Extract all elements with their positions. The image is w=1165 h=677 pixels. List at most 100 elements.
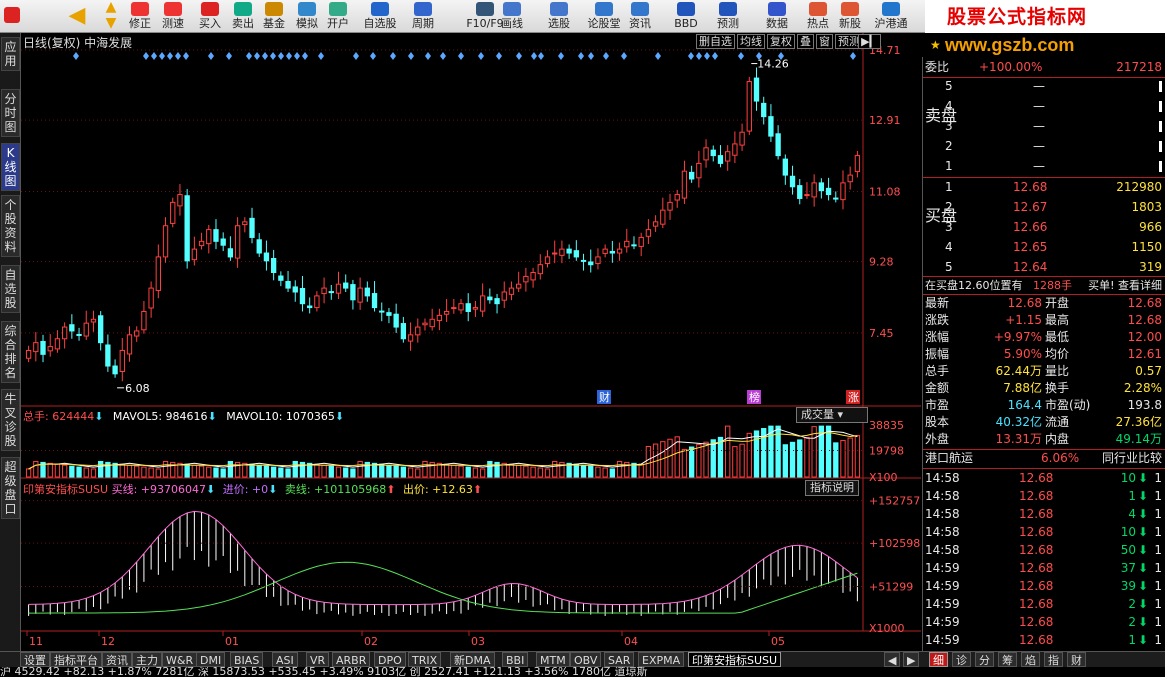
tick-row: 14:59 12.68 37 ⬇ 1 (923, 560, 1165, 577)
indicator-tab-1[interactable]: 指标平台 (50, 652, 102, 667)
toolbar-button-11[interactable]: 选股 (543, 0, 575, 33)
event-diamond-icon (496, 52, 502, 60)
kline-chart-area[interactable]: 14.71 12.91 11.08 9.28 7.45 14.26 6.08 财榜涨 38835… (21, 33, 921, 651)
chart-control-2[interactable]: 复权 (767, 34, 795, 49)
right-tab-5[interactable]: 指 (1044, 652, 1063, 667)
indicator-tab-7[interactable]: ASI (272, 652, 298, 667)
chart-canvas[interactable]: 14.7112.9111.089.287.4514.266.08财榜涨38835… (21, 33, 921, 651)
sidebar-item-6[interactable]: 牛叉诊股 (1, 389, 20, 451)
app-logo-icon[interactable] (2, 0, 22, 33)
indicator-tab-8[interactable]: VR (306, 652, 330, 667)
sell-level-row: 2— (923, 138, 1165, 155)
toolbar-button-17[interactable]: 热点 (802, 0, 834, 33)
indicator-tab-14[interactable]: MTM (536, 652, 570, 667)
tick-time: 14:59 (925, 597, 960, 611)
queue-actions-link[interactable]: 买单! 查看详细 (1088, 277, 1162, 294)
hot-icon (809, 2, 827, 16)
sidebar-item-3[interactable]: 个股资料 (1, 195, 20, 257)
sidebar-item-2[interactable]: K线图 (1, 143, 20, 191)
chart-control-0[interactable]: 删自选 (696, 34, 735, 49)
favorite-star-icon[interactable]: ★ (930, 38, 941, 52)
sidebar-item-5[interactable]: 综合排名 (1, 321, 20, 383)
volume-button[interactable]: 成交量 ▾ (796, 407, 868, 423)
volume-bar (465, 466, 471, 478)
up-arrow-icon[interactable]: ▲ (98, 0, 124, 15)
weibi-value: +100.00% (979, 60, 1043, 74)
toolbar-button-4[interactable]: 基金 (258, 0, 290, 33)
indicator-tab-9[interactable]: ARBR (332, 652, 371, 667)
chart-control-1[interactable]: 均线 (737, 34, 765, 49)
indicator-tab-15[interactable]: OBV (570, 652, 602, 667)
toolbar-button-5[interactable]: 模拟 (291, 0, 323, 33)
toolbar-button-10[interactable]: 画线 (496, 0, 528, 33)
tick-time: 14:58 (925, 489, 960, 503)
chart-control-3[interactable]: 叠 (797, 34, 814, 49)
toolbar-button-7[interactable]: 自选股 (358, 0, 402, 33)
volume-bar (393, 465, 399, 478)
toolbar-button-1[interactable]: 测速 (157, 0, 189, 33)
sidebar-item-4[interactable]: 自选股 (1, 265, 20, 313)
toolbar-button-19[interactable]: 沪港通 (869, 0, 913, 33)
indicator-tab-12[interactable]: 新DMA (450, 652, 495, 667)
candle-body (487, 296, 493, 301)
quote-key: 流通 (1045, 415, 1070, 429)
tick-count: 1 (1154, 471, 1162, 485)
indicator-tab-6[interactable]: BIAS (230, 652, 264, 667)
sector-change: 6.06% (1041, 451, 1080, 465)
toolbar-button-12[interactable]: 论股堂 (582, 0, 626, 33)
candle-body (112, 365, 118, 375)
indicator-tab-0[interactable]: 设置 (20, 652, 50, 667)
candle-body (645, 229, 652, 237)
event-diamond-icon (712, 52, 718, 60)
toolbar-button-13[interactable]: 资讯 (624, 0, 656, 33)
candle-body (443, 310, 450, 315)
chart-control-4[interactable]: 窗 (816, 34, 833, 49)
play-icon[interactable]: ▶▎ (858, 34, 881, 49)
indicator-help-button[interactable]: 指标说明 (805, 480, 859, 496)
right-tab-3[interactable]: 筹 (998, 652, 1017, 667)
volume-bar (415, 468, 421, 478)
toolbar-button-2[interactable]: 买入 (194, 0, 226, 33)
indicator-tab-16[interactable]: SAR (604, 652, 635, 667)
indicator-tab-17[interactable]: EXPMA (638, 652, 685, 667)
right-tab-0[interactable]: 细 (929, 652, 948, 667)
right-tab-2[interactable]: 分 (975, 652, 994, 667)
right-tab-4[interactable]: 焰 (1021, 652, 1040, 667)
toolbar-button-14[interactable]: BBD (664, 0, 708, 33)
indicator-tab-3[interactable]: 主力 (132, 652, 162, 667)
right-tab-1[interactable]: 诊 (952, 652, 971, 667)
indicator-tab-11[interactable]: TRIX (408, 652, 442, 667)
tick-volume: 2 (1128, 615, 1136, 629)
volume-bar (753, 430, 760, 478)
indicator-tab-18[interactable]: 印第安指标SUSU (688, 652, 782, 667)
toolbar-button-0[interactable]: 修正 (124, 0, 156, 33)
toolbar-button-18[interactable]: 新股 (834, 0, 866, 33)
right-tab-6[interactable]: 财 (1067, 652, 1086, 667)
indicator-tab-5[interactable]: DMI (196, 652, 226, 667)
tab-scroll-right-icon[interactable]: ▶ (903, 652, 920, 667)
indicator-tab-10[interactable]: DPO (374, 652, 406, 667)
candle-body (818, 182, 825, 192)
volume-bar (141, 466, 147, 478)
back-arrow-icon[interactable]: ◀ (64, 3, 90, 29)
sidebar-item-7[interactable]: 超级盘口 (1, 457, 20, 519)
sidebar-item-0[interactable]: 应用 (1, 37, 20, 71)
sidebar-item-1[interactable]: 分时图 (1, 89, 20, 137)
down-arrow-icon[interactable]: ▼ (98, 16, 124, 31)
event-diamond-icon (704, 52, 710, 60)
toolbar-button-3[interactable]: 卖出 (227, 0, 259, 33)
volume-bar (847, 437, 853, 478)
quote-row: 最新 12.68 开盘 12.68 (923, 295, 1165, 312)
indicator-tab-13[interactable]: BBI (502, 652, 529, 667)
toolbar-button-16[interactable]: 数据 (761, 0, 793, 33)
candle-body (717, 155, 724, 164)
volume-bar (263, 465, 270, 478)
indicator-tab-4[interactable]: W&R (162, 652, 198, 667)
sector-compare-button[interactable]: 同行业比较 (1102, 450, 1162, 467)
tab-scroll-left-icon[interactable]: ◀ (884, 652, 901, 667)
quote-value: 27.36亿 (1115, 415, 1162, 429)
indicator-tab-2[interactable]: 资讯 (102, 652, 132, 667)
toolbar-button-6[interactable]: 开户 (322, 0, 354, 33)
toolbar-button-15[interactable]: 预测 (712, 0, 744, 33)
toolbar-button-8[interactable]: 周期 (407, 0, 439, 33)
